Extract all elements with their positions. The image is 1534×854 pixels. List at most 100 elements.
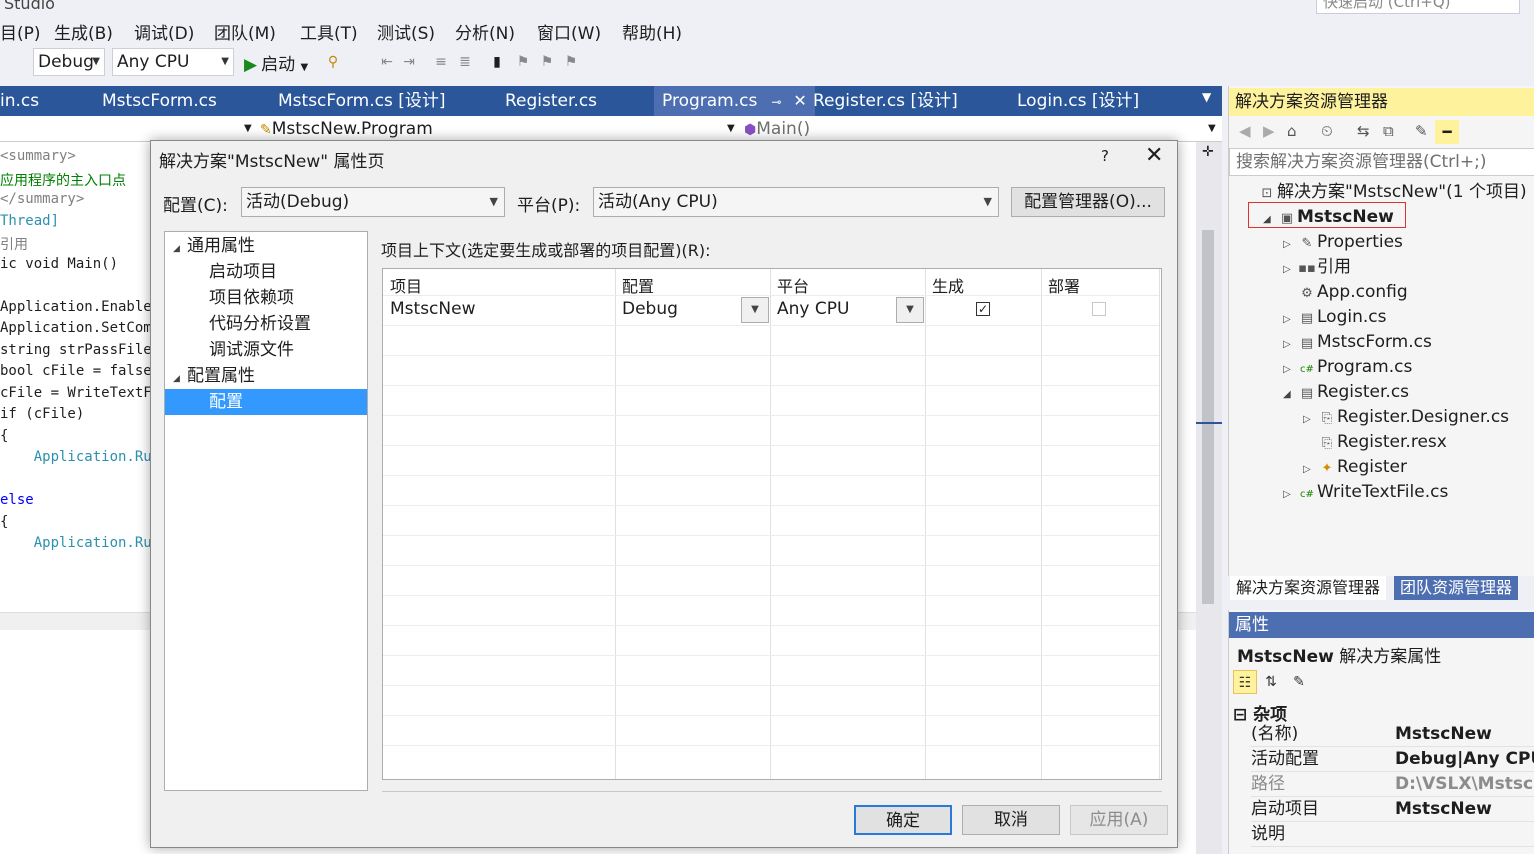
tab-mstscform-cs[interactable]: MstscForm.cs (102, 86, 217, 116)
tree-item[interactable]: ⊡ 解决方案"MstscNew"(1 个项目) (1243, 180, 1527, 204)
dropdown-arrow-icon[interactable]: ▼ (244, 118, 252, 140)
property-value[interactable]: D:\VSLX\MstscN (1395, 772, 1534, 796)
tree-item[interactable]: ▷ c# WriteTextFile.cs (1283, 480, 1448, 504)
property-page-node[interactable]: 配置 (165, 389, 367, 415)
menu-test[interactable]: 测试(S) (377, 19, 435, 44)
tree-item[interactable]: ▷ ▤ MstscForm.cs (1283, 330, 1432, 354)
property-pages-icon[interactable]: ✎ (1287, 670, 1311, 694)
tab-register-design[interactable]: Register.cs [设计] (813, 86, 958, 116)
tree-item[interactable]: ▷ ▤ Login.cs (1283, 305, 1386, 329)
close-tab-icon[interactable]: ✕ (793, 91, 806, 110)
configuration-manager-button[interactable]: 配置管理器(O)... (1011, 187, 1165, 217)
class-combo[interactable]: ✎MstscNew.Program (260, 118, 433, 140)
dropdown-arrow-icon[interactable]: ▼ (1208, 118, 1216, 140)
property-row[interactable]: (名称) MstscNew (1251, 722, 1534, 747)
split-icon[interactable]: ✛ (1202, 144, 1214, 160)
menu-debug[interactable]: 调试(D) (134, 19, 194, 44)
sync-icon[interactable]: ⇆ (1357, 122, 1370, 140)
property-page-node[interactable]: 调试源文件 (165, 337, 367, 363)
clear-bookmarks-icon[interactable]: ⚑ (562, 52, 580, 72)
tab-solution-explorer[interactable]: 解决方案资源管理器 (1230, 576, 1387, 600)
start-debugging-button[interactable]: ▶ 启动 ▼ (244, 50, 308, 75)
solution-platform-combo[interactable]: Any CPU ▼ (112, 48, 234, 76)
expand-arrow-icon[interactable]: ▷ (1283, 258, 1297, 282)
prev-bookmark-icon[interactable]: ⚑ (514, 52, 532, 72)
tab-main-cs[interactable]: in.cs (0, 86, 39, 116)
tab-overflow-dropdown-icon[interactable]: ▼ (1202, 90, 1211, 104)
alphabetical-icon[interactable]: ⇅ (1259, 670, 1283, 694)
solution-config-combo[interactable]: Debug ▼ (33, 48, 105, 76)
menu-analyze[interactable]: 分析(N) (455, 19, 515, 44)
collapse-icon[interactable]: ⊟ (1233, 705, 1247, 725)
platform-combo[interactable]: 活动(Any CPU) ▼ (593, 187, 999, 217)
back-icon[interactable]: ◀ (1239, 122, 1251, 140)
expand-arrow-icon[interactable]: ▷ (1283, 233, 1297, 257)
property-value[interactable]: MstscNew (1395, 722, 1534, 746)
properties-wrench-icon[interactable]: ✎ (1415, 122, 1428, 140)
tab-mstscform-design[interactable]: MstscForm.cs [设计] (278, 86, 446, 116)
menu-project[interactable]: 目(P) (0, 19, 41, 44)
property-page-node[interactable]: 代码分析设置 (165, 311, 367, 337)
tree-item[interactable]: ▷ ✦ Register (1303, 455, 1407, 479)
property-page-node[interactable]: 项目依赖项 (165, 285, 367, 311)
bookmark-icon[interactable]: ▮ (488, 52, 506, 72)
pending-changes-icon[interactable]: ⏲ (1321, 122, 1333, 140)
close-dialog-icon[interactable]: ✕ (1145, 143, 1163, 168)
menu-tools[interactable]: 工具(T) (300, 19, 358, 44)
scrollbar-thumb[interactable] (1202, 230, 1214, 604)
cancel-button[interactable]: 取消 (962, 805, 1060, 835)
configuration-combo[interactable]: 活动(Debug) ▼ (241, 187, 505, 217)
cell-config[interactable]: Debug (622, 299, 678, 319)
comment-icon[interactable]: ≡ (432, 52, 450, 72)
forward-icon[interactable]: ▶ (1263, 122, 1275, 140)
menu-window[interactable]: 窗口(W) (537, 19, 601, 44)
next-bookmark-icon[interactable]: ⚑ (538, 52, 556, 72)
expand-arrow-icon[interactable]: ▷ (1283, 358, 1297, 382)
tab-team-explorer[interactable]: 团队资源管理器 (1394, 576, 1519, 600)
property-row[interactable]: 路径 D:\VSLX\MstscN (1251, 772, 1534, 797)
cell-platform[interactable]: Any CPU (777, 299, 849, 319)
indent-icon[interactable]: ⇤ (378, 52, 396, 72)
property-page-node[interactable]: 启动项目 (165, 259, 367, 285)
build-checkbox[interactable]: ✓ (976, 302, 990, 316)
tab-register-cs[interactable]: Register.cs (505, 86, 597, 116)
tree-item[interactable]: ⚙ App.config (1283, 280, 1407, 304)
tab-program-cs[interactable]: Program.cs ⊸ ✕ (654, 86, 815, 116)
collapse-all-icon[interactable]: ⧉ (1383, 122, 1394, 140)
expand-arrow-icon[interactable]: ▷ (1283, 308, 1297, 332)
property-row[interactable]: 活动配置 Debug|Any CPU (1251, 747, 1534, 772)
tree-item[interactable]: ▷ c# Program.cs (1283, 355, 1412, 379)
property-value[interactable]: MstscNew (1395, 797, 1534, 821)
find-in-files-icon[interactable]: ⚲ (324, 52, 342, 72)
tree-item[interactable]: ▷ ✎ Properties (1283, 230, 1403, 254)
solution-search-input[interactable]: 搜索解决方案资源管理器(Ctrl+;) (1229, 148, 1534, 176)
ok-button[interactable]: 确定 (854, 805, 952, 835)
tree-item[interactable]: ⎘ Register.resx (1303, 430, 1447, 454)
quick-launch-input[interactable]: 快速启动 (Ctrl+Q) (1316, 0, 1520, 14)
expand-arrow-icon[interactable]: ▷ (1283, 483, 1297, 507)
help-button[interactable]: ? (1101, 147, 1109, 165)
tree-item[interactable]: ▷ ⎘ Register.Designer.cs (1303, 405, 1509, 429)
menu-team[interactable]: 团队(M) (214, 19, 276, 44)
property-value[interactable]: Debug|Any CPU (1395, 747, 1534, 771)
preview-toggle-icon[interactable]: ━ (1435, 120, 1459, 144)
expand-arrow-icon[interactable]: ▷ (1283, 333, 1297, 357)
outdent-icon[interactable]: ⇥ (400, 52, 418, 72)
categorized-icon[interactable]: ☷ (1233, 670, 1257, 694)
tree-item[interactable]: ◢ ▤ Register.cs (1283, 380, 1409, 404)
expand-arrow-icon[interactable]: ▷ (1303, 458, 1317, 482)
config-dropdown-icon[interactable]: ▼ (741, 297, 769, 323)
property-row[interactable]: 启动项目 MstscNew (1251, 797, 1534, 822)
expand-arrow-icon[interactable]: ◢ (1283, 383, 1297, 407)
tab-login-design[interactable]: Login.cs [设计] (1017, 86, 1139, 116)
dropdown-arrow-icon[interactable]: ▼ (727, 118, 735, 140)
property-row[interactable]: 说明 (1251, 822, 1534, 847)
pin-icon[interactable]: ⊸ (771, 95, 781, 109)
property-page-node[interactable]: ◢ 配置属性 (165, 363, 367, 389)
menu-build[interactable]: 生成(B) (54, 19, 113, 44)
home-icon[interactable]: ⌂ (1287, 122, 1297, 140)
property-page-node[interactable]: ◢ 通用属性 (165, 233, 367, 259)
tree-item[interactable]: ▷ ▪▪引用 (1283, 255, 1351, 279)
uncomment-icon[interactable]: ≣ (456, 52, 474, 72)
editor-vertical-scrollbar[interactable]: ✛ (1196, 142, 1222, 854)
